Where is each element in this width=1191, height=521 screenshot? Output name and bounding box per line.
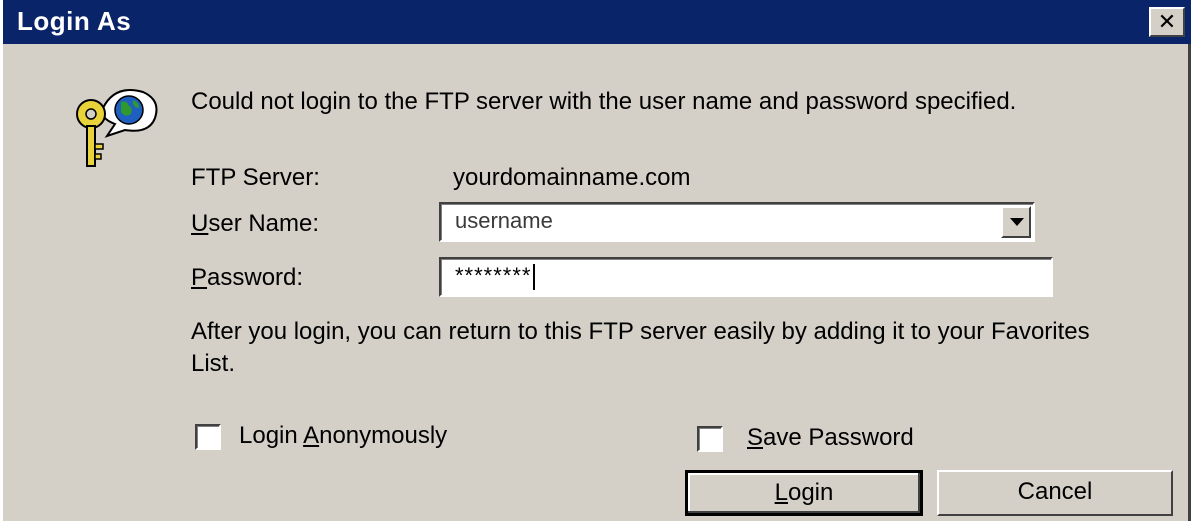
password-label: Password: <box>191 264 304 291</box>
password-field[interactable]: ******** <box>439 257 1053 297</box>
ftp-server-value: yourdomainname.com <box>453 164 691 191</box>
login-anonymously-checkbox[interactable] <box>195 424 221 450</box>
favorites-info-text: After you login, you can return to this … <box>191 318 1090 377</box>
cancel-button[interactable]: Cancel <box>937 470 1173 516</box>
username-value[interactable]: username <box>455 208 553 233</box>
save-password-checkbox[interactable] <box>697 426 723 452</box>
username-dropdown-button[interactable] <box>1001 206 1031 238</box>
login-button[interactable]: Login <box>685 470 923 516</box>
window-title: Login As <box>17 6 132 36</box>
error-message: Could not login to the FTP server with t… <box>191 88 1017 115</box>
password-value: ******** <box>455 263 532 288</box>
ftp-server-label: FTP Server: <box>191 164 320 191</box>
save-password-label[interactable]: Save Password <box>747 424 914 452</box>
chevron-down-icon <box>1010 218 1024 226</box>
login-as-dialog: Login As ✕ Could not login to the FTP se… <box>0 0 1191 521</box>
username-combobox[interactable]: username <box>439 202 1035 242</box>
login-anonymously-label[interactable]: Login Anonymously <box>239 422 447 450</box>
username-label: User Name: <box>191 210 320 237</box>
text-caret <box>532 264 535 291</box>
title-bar[interactable]: Login As ✕ <box>3 0 1191 44</box>
close-button[interactable]: ✕ <box>1149 7 1185 37</box>
close-icon: ✕ <box>1157 9 1177 34</box>
key-globe-icon <box>76 89 158 167</box>
